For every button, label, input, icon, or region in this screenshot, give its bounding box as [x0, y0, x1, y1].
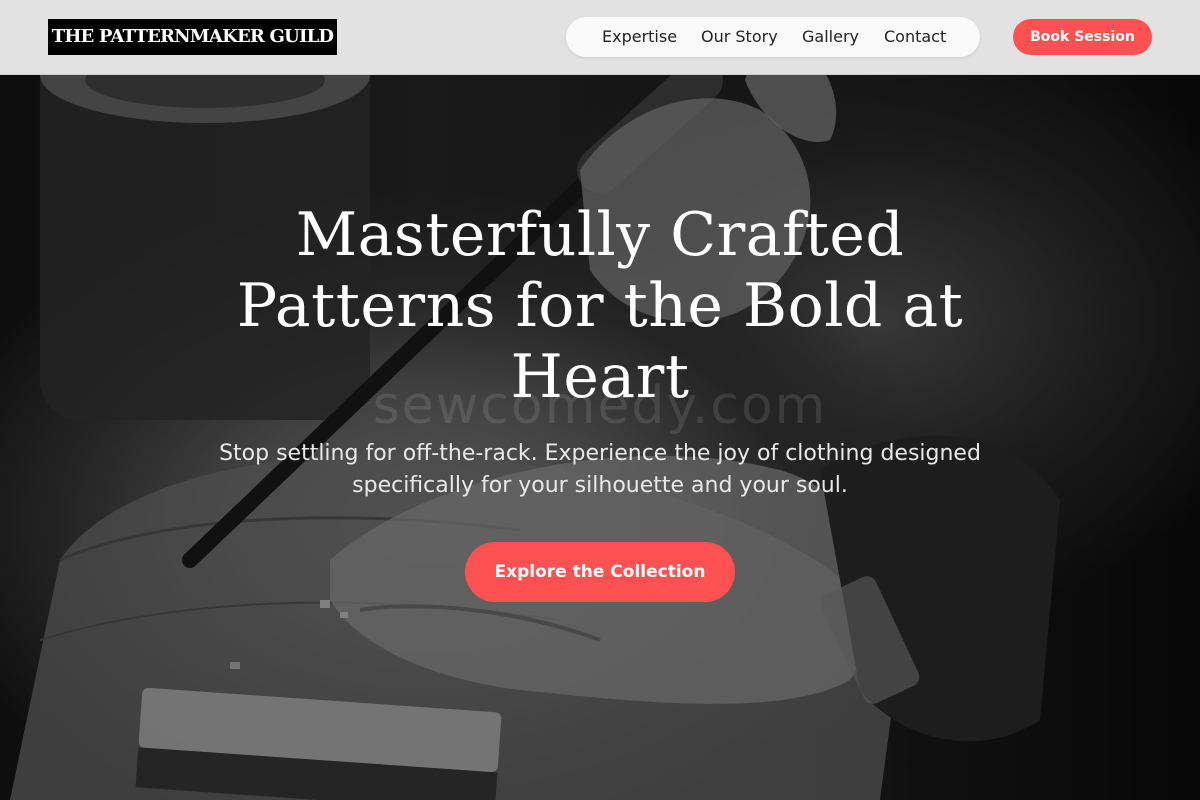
explore-collection-button[interactable]: Explore the Collection — [465, 542, 735, 602]
site-header: THE PATTERNMAKER GUILD Expertise Our Sto… — [0, 0, 1200, 75]
site-logo[interactable]: THE PATTERNMAKER GUILD — [48, 19, 337, 55]
nav-link-expertise[interactable]: Expertise — [602, 17, 677, 57]
main-nav: Expertise Our Story Gallery Contact — [566, 17, 980, 57]
hero-subtitle: Stop settling for off-the-rack. Experien… — [219, 441, 981, 498]
nav-link-gallery[interactable]: Gallery — [802, 17, 859, 57]
hero-title: Masterfully Crafted Patterns for the Bol… — [236, 200, 964, 412]
nav-link-contact[interactable]: Contact — [884, 17, 946, 57]
nav-link-our-story[interactable]: Our Story — [701, 17, 778, 57]
book-session-button[interactable]: Book Session — [1013, 19, 1152, 55]
